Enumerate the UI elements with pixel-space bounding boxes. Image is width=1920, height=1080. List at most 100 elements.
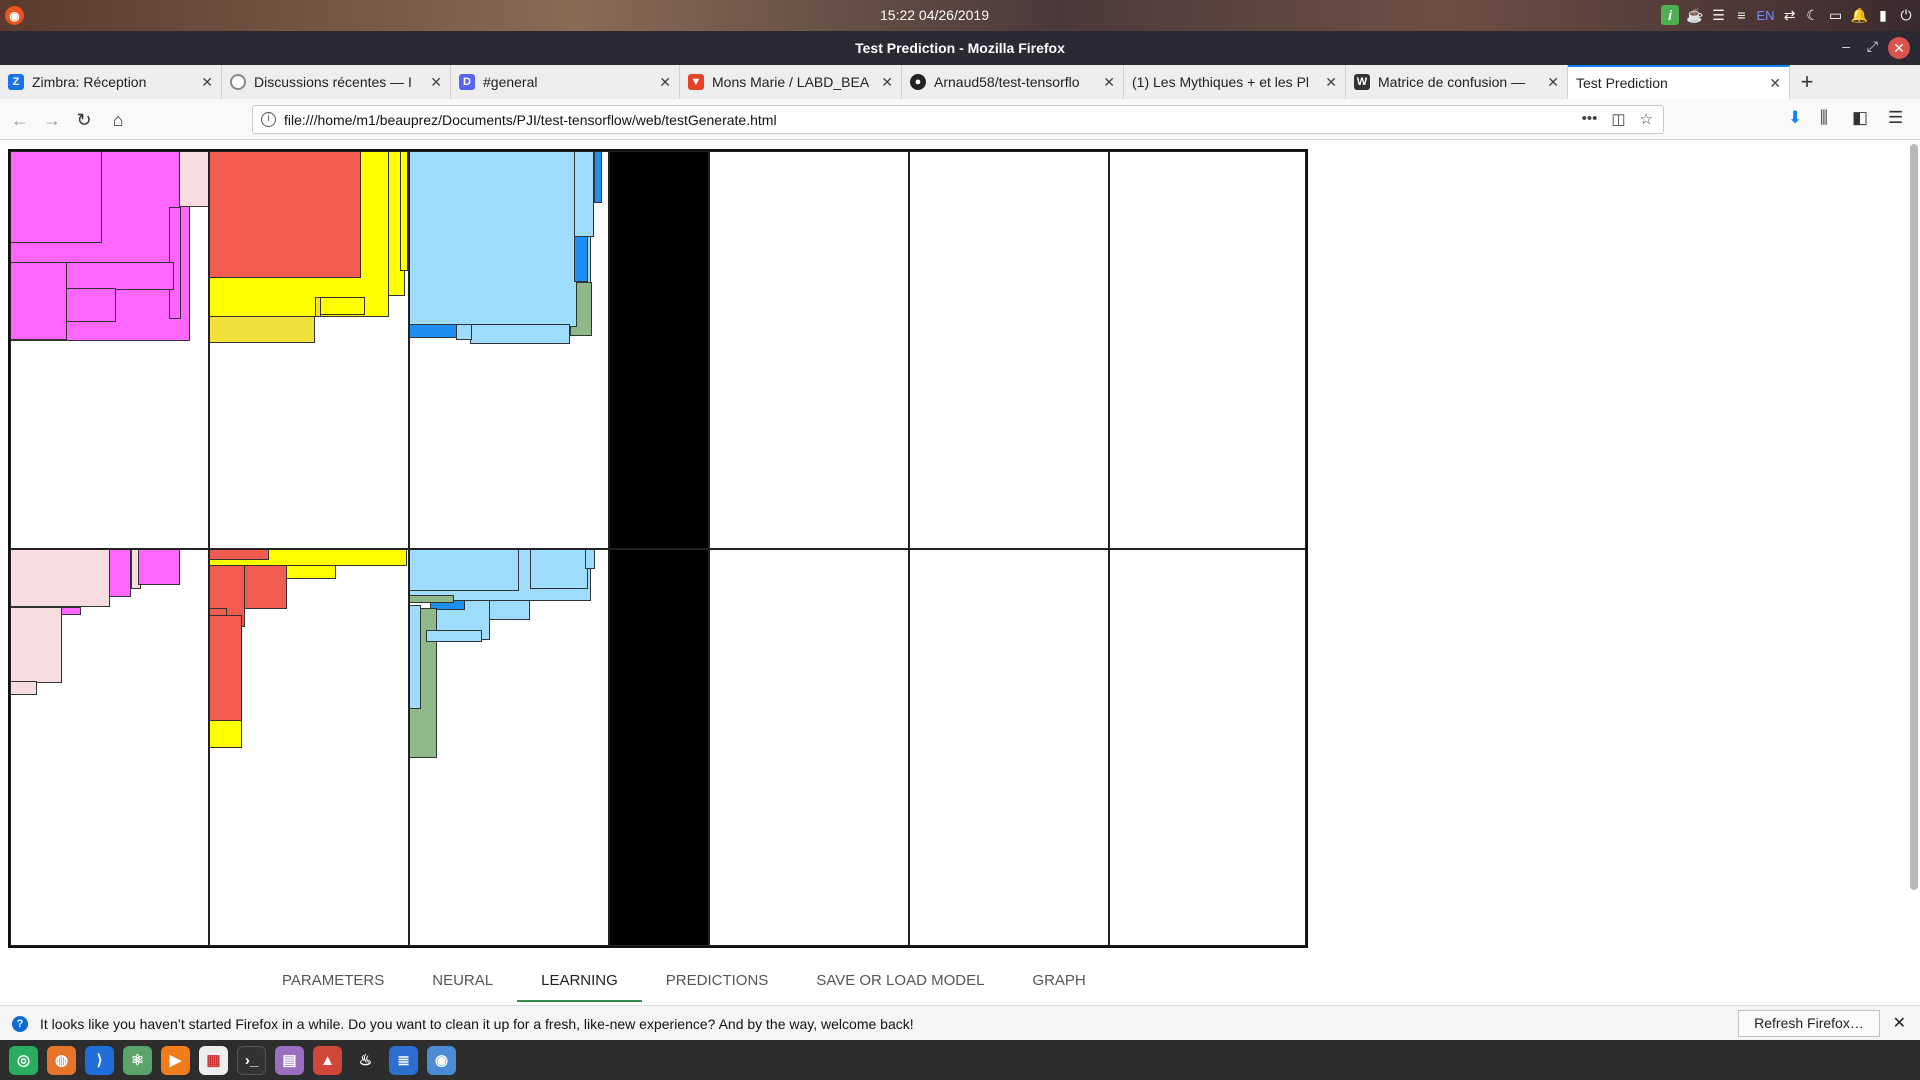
prediction-rect	[530, 550, 588, 589]
image-viewer-app-icon[interactable]: ▲	[313, 1045, 342, 1075]
system-tray: i ☕ ☰ ≡ EN ⇄ ☾ ▭ 🔔 ▮ ⏻	[1661, 5, 1914, 25]
calendar-app-icon[interactable]: ▦	[199, 1045, 228, 1075]
java-app-icon[interactable]: ♨	[351, 1045, 380, 1075]
home-icon[interactable]: ⌂	[106, 108, 130, 132]
menu-lines-icon[interactable]: ☰	[1711, 7, 1727, 24]
tab-predictions[interactable]: PREDICTIONS	[642, 966, 793, 1002]
prediction-rect	[11, 681, 37, 695]
files-app-icon[interactable]: ▤	[275, 1045, 304, 1075]
section-tab-bar: PARAMETERS NEURAL LEARNING PREDICTIONS S…	[258, 966, 1110, 1002]
url-text[interactable]: file:///home/m1/beauprez/Documents/PJI/t…	[284, 112, 777, 128]
tab-test-prediction[interactable]: Test Prediction ✕	[1568, 65, 1790, 99]
atom-app-icon[interactable]: ⚛	[123, 1045, 152, 1075]
tab-parameters[interactable]: PARAMETERS	[258, 966, 408, 1002]
tab-gitlab[interactable]: ▼ Mons Marie / LABD_BEA ✕	[680, 65, 902, 99]
info-indicator-icon[interactable]: i	[1661, 5, 1680, 25]
refresh-firefox-button[interactable]: Refresh Firefox…	[1738, 1010, 1880, 1037]
reload-icon[interactable]: ↻	[72, 108, 96, 132]
prediction-rect	[410, 324, 457, 338]
close-tab-icon[interactable]: ✕	[1325, 74, 1337, 91]
close-window-icon[interactable]: ✕	[1888, 37, 1910, 59]
prediction-rect	[426, 630, 482, 642]
terminal-app-icon[interactable]: ›_	[237, 1045, 266, 1075]
new-tab-button[interactable]: +	[1790, 65, 1824, 99]
window-title: Test Prediction - Mozilla Firefox	[855, 40, 1065, 56]
browser-tab-bar: Z Zimbra: Réception ✕ Discussions récent…	[0, 65, 1920, 99]
power-icon[interactable]: ⏻	[1898, 7, 1914, 24]
network-icon[interactable]: ⇄	[1782, 7, 1798, 24]
maximize-icon[interactable]: ⤢	[1867, 38, 1878, 55]
grid-cell	[409, 549, 609, 946]
vscode-app-icon[interactable]: ⟩	[85, 1045, 114, 1075]
tab-neural[interactable]: NEURAL	[408, 966, 517, 1002]
firefox-app-icon[interactable]: ◍	[47, 1045, 76, 1075]
tab-learning[interactable]: LEARNING	[517, 966, 642, 1002]
grid-cell	[1109, 151, 1306, 549]
url-bar[interactable]: i file:///home/m1/beauprez/Documents/PJI…	[252, 105, 1664, 134]
keyboard-language-indicator[interactable]: EN	[1757, 8, 1775, 23]
dock-taskbar: ◎ ◍ ⟩ ⚛ ▶ ▦ ›_ ▤ ▲ ♨ ≣ ◉	[0, 1040, 1920, 1080]
pocket-icon[interactable]: ◫	[1611, 110, 1625, 128]
prediction-rect	[585, 550, 595, 569]
media-player-app-icon[interactable]: ▶	[161, 1045, 190, 1075]
minimize-icon[interactable]: –	[1842, 38, 1850, 54]
page-actions-icon[interactable]: •••	[1582, 110, 1598, 128]
prediction-rect	[11, 262, 67, 340]
close-tab-icon[interactable]: ✕	[1769, 75, 1781, 92]
prediction-rect	[210, 550, 269, 560]
coffee-icon[interactable]: ☕	[1686, 7, 1703, 24]
tab-discussions[interactable]: Discussions récentes — I ✕	[222, 65, 451, 99]
grid-cell	[609, 151, 709, 549]
prediction-rect	[109, 550, 131, 597]
prediction-rect	[11, 152, 102, 243]
prediction-rect	[574, 152, 594, 237]
bookmark-star-icon[interactable]: ☆	[1640, 110, 1653, 128]
zimbra-icon: Z	[8, 74, 24, 90]
system-clock[interactable]: 15:22 04/26/2019	[880, 7, 989, 23]
prediction-rect	[61, 607, 81, 615]
back-icon[interactable]: ←	[8, 108, 32, 132]
prediction-rect	[470, 324, 570, 344]
tab-mythiques[interactable]: (1) Les Mythiques + et les Pl ✕	[1124, 65, 1346, 99]
close-notification-icon[interactable]: ✕	[1893, 1013, 1906, 1033]
close-tab-icon[interactable]: ✕	[430, 74, 442, 91]
tab-save-or-load-model[interactable]: SAVE OR LOAD MODEL	[792, 966, 1008, 1002]
tab-discord[interactable]: D #general ✕	[451, 65, 680, 99]
os-top-bar: ◉ 15:22 04/26/2019 i ☕ ☰ ≡ EN ⇄ ☾ ▭ 🔔 ▮ …	[0, 0, 1920, 31]
tab-github[interactable]: ● Arnaud58/test-tensorflo ✕	[902, 65, 1124, 99]
close-tab-icon[interactable]: ✕	[1547, 74, 1559, 91]
notification-bell-icon[interactable]: 🔔	[1851, 7, 1868, 24]
hamburger-menu-icon[interactable]: ☰	[1888, 108, 1903, 128]
grid-cell	[10, 151, 209, 549]
close-tab-icon[interactable]: ✕	[881, 74, 893, 91]
grid-cell	[709, 151, 909, 549]
site-info-icon[interactable]: i	[261, 112, 276, 127]
prediction-rect	[410, 152, 577, 327]
grid-cell	[909, 549, 1109, 946]
vertical-scrollbar[interactable]	[1910, 144, 1918, 890]
list-icon[interactable]: ≡	[1734, 7, 1750, 23]
chromium-app-icon[interactable]: ◉	[427, 1045, 456, 1075]
prediction-rect	[66, 288, 116, 322]
folder-icon[interactable]: ▭	[1828, 7, 1844, 24]
sidebar-icon[interactable]: ◧	[1852, 108, 1868, 128]
battery-icon[interactable]: ▮	[1875, 7, 1891, 24]
grid-cell	[10, 549, 209, 946]
grid-cell	[709, 549, 909, 946]
wikipedia-icon: W	[1354, 74, 1370, 90]
prediction-rect	[315, 297, 365, 315]
chrome-app-icon[interactable]: ◎	[9, 1045, 38, 1075]
library-icon[interactable]: ⫼	[1820, 108, 1828, 128]
downloads-icon[interactable]: ⬇	[1788, 108, 1802, 128]
close-tab-icon[interactable]: ✕	[659, 74, 671, 91]
text-editor-app-icon[interactable]: ≣	[389, 1045, 418, 1075]
grid-cell	[209, 549, 409, 946]
tab-zimbra[interactable]: Z Zimbra: Réception ✕	[0, 65, 222, 99]
close-tab-icon[interactable]: ✕	[201, 74, 213, 91]
ubuntu-logo-icon[interactable]: ◉	[5, 6, 24, 25]
night-mode-icon[interactable]: ☾	[1805, 7, 1821, 24]
forward-icon[interactable]: →	[40, 108, 64, 132]
close-tab-icon[interactable]: ✕	[1103, 74, 1115, 91]
tab-graph[interactable]: GRAPH	[1008, 966, 1109, 1002]
tab-wikipedia[interactable]: W Matrice de confusion — ✕	[1346, 65, 1568, 99]
